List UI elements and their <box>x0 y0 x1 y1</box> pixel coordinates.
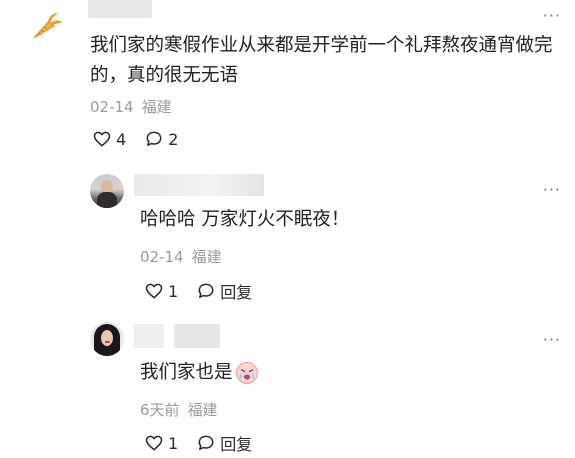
reply-button[interactable]: 回复 <box>196 279 252 303</box>
like-button[interactable]: 1 <box>144 433 178 453</box>
reply-date: 02-14 <box>140 248 184 266</box>
heart-icon <box>145 283 163 299</box>
reply-location: 福建 <box>191 248 222 266</box>
comment-bubble-icon <box>146 131 162 146</box>
reply-label: 回复 <box>220 283 253 302</box>
reply-text: 我们家也是 <box>140 358 259 388</box>
more-options-icon[interactable]: ··· <box>543 8 561 24</box>
reply-actions: 1 回复 <box>144 431 252 455</box>
reply-meta: 6天前 福建 <box>140 399 218 420</box>
reply-button[interactable]: 2 <box>144 129 178 149</box>
reply-item: ··· 哈哈哈 万家灯火不眠夜！ 02-14 福建 1 回复 <box>0 160 575 310</box>
reply-count: 2 <box>168 129 179 149</box>
more-options-icon[interactable]: ··· <box>543 182 561 198</box>
reply-date: 6天前 <box>140 401 180 419</box>
comment-bubble-icon <box>198 435 214 450</box>
avatar[interactable] <box>18 2 68 52</box>
like-button[interactable]: 4 <box>92 129 126 149</box>
like-count: 1 <box>168 433 179 453</box>
heart-icon <box>93 131 111 147</box>
username[interactable] <box>134 174 264 196</box>
reply-text: 哈哈哈 万家灯火不眠夜！ <box>140 209 350 230</box>
username[interactable] <box>88 0 152 18</box>
heart-icon <box>145 435 163 451</box>
reply-location: 福建 <box>187 401 218 419</box>
username[interactable] <box>134 324 164 348</box>
avatar[interactable] <box>90 322 124 356</box>
like-count: 1 <box>168 281 179 301</box>
reply-item: ··· 我们家也是 6天前 福建 1 回复 <box>0 310 575 458</box>
reply-label: 回复 <box>220 435 253 454</box>
reply-text-content: 我们家也是 <box>140 362 233 383</box>
reply-button[interactable]: 回复 <box>196 431 252 455</box>
like-button[interactable]: 1 <box>144 281 178 301</box>
reply-actions: 1 回复 <box>144 279 252 303</box>
comment-actions: 4 2 <box>92 129 178 149</box>
carrot-icon <box>33 13 62 39</box>
avatar[interactable] <box>90 174 124 208</box>
comment-date: 02-14 <box>90 98 134 116</box>
username-extra <box>174 324 220 348</box>
more-options-icon[interactable]: ··· <box>543 332 561 348</box>
comment-item: ··· 我们家的寒假作业从来都是开学前一个礼拜熬夜通宵做完的，真的很无无语 02… <box>0 0 575 160</box>
like-count: 4 <box>116 129 127 149</box>
comment-text: 我们家的寒假作业从来都是开学前一个礼拜熬夜通宵做完的，真的很无无语 <box>90 35 553 86</box>
crying-face-icon <box>235 361 259 385</box>
reply-meta: 02-14 福建 <box>140 246 222 267</box>
comment-meta: 02-14 福建 <box>90 96 172 117</box>
comment-location: 福建 <box>141 98 172 116</box>
comment-bubble-icon <box>198 283 214 298</box>
